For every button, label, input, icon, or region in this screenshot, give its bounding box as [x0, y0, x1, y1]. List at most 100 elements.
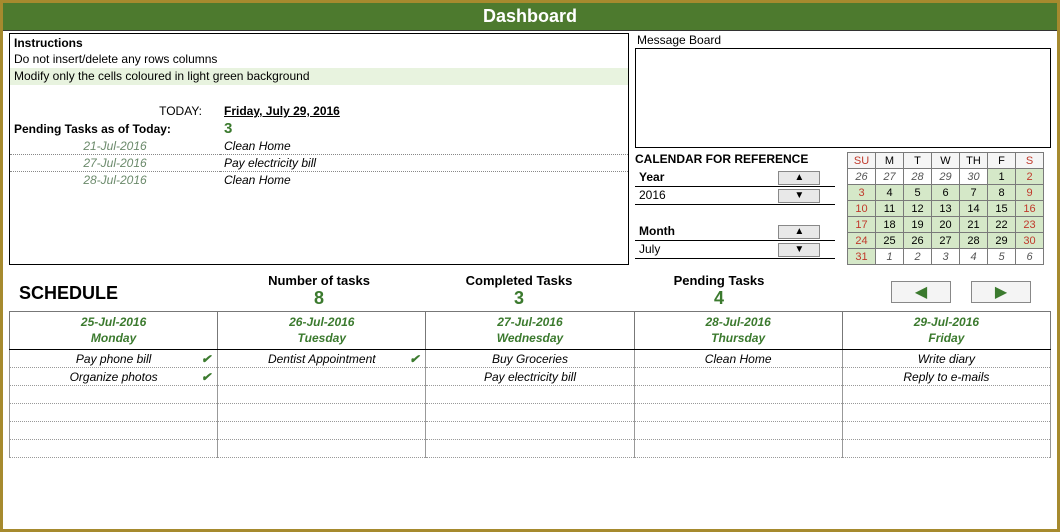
schedule-cell[interactable] — [426, 386, 634, 404]
calendar-cell[interactable]: 2 — [1016, 169, 1044, 185]
calendar-cell[interactable]: 5 — [988, 249, 1016, 265]
calendar-cell[interactable]: 1 — [876, 249, 904, 265]
calendar-day-header: F — [988, 153, 1016, 169]
calendar-cell[interactable]: 30 — [1016, 233, 1044, 249]
calendar-cell[interactable]: 19 — [904, 217, 932, 233]
check-icon: ✔ — [201, 352, 211, 366]
check-icon: ✔ — [409, 352, 419, 366]
year-value[interactable]: 2016 — [635, 186, 764, 204]
schedule-cell[interactable] — [218, 440, 426, 458]
calendar-cell[interactable]: 30 — [960, 169, 988, 185]
schedule-cell[interactable] — [10, 404, 218, 422]
calendar-cell[interactable]: 13 — [932, 201, 960, 217]
calendar-cell[interactable]: 11 — [876, 201, 904, 217]
schedule-cell[interactable] — [218, 404, 426, 422]
schedule-cell[interactable]: Buy Groceries — [426, 350, 634, 368]
schedule-cell[interactable] — [10, 440, 218, 458]
schedule-cell[interactable] — [634, 386, 842, 404]
prev-week-button[interactable]: ◀ — [891, 281, 951, 303]
pending-task-name: Clean Home — [220, 172, 628, 189]
schedule-col-date: 25-Jul-2016 — [10, 315, 217, 331]
calendar-cell[interactable]: 10 — [848, 201, 876, 217]
calendar-grid: SUMTWTHFS2627282930123456789101112131415… — [847, 152, 1044, 265]
calendar-cell[interactable]: 29 — [988, 233, 1016, 249]
calendar-cell[interactable]: 31 — [848, 249, 876, 265]
pending-task-date: 21-Jul-2016 — [10, 138, 220, 155]
schedule-cell[interactable] — [842, 386, 1050, 404]
schedule-cell[interactable]: Reply to e-mails — [842, 368, 1050, 386]
calendar-cell[interactable]: 17 — [848, 217, 876, 233]
schedule-task-text: Write diary — [918, 352, 975, 366]
schedule-cell[interactable]: Pay electricity bill — [426, 368, 634, 386]
schedule-cell[interactable] — [634, 368, 842, 386]
schedule-cell[interactable] — [634, 440, 842, 458]
schedule-cell[interactable]: Pay phone bill✔ — [10, 350, 218, 368]
calendar-cell[interactable]: 28 — [960, 233, 988, 249]
pending-tasks-value: 4 — [619, 288, 819, 309]
calendar-cell[interactable]: 20 — [932, 217, 960, 233]
calendar-cell[interactable]: 16 — [1016, 201, 1044, 217]
schedule-cell[interactable] — [426, 422, 634, 440]
calendar-cell[interactable]: 9 — [1016, 185, 1044, 201]
schedule-task-text: Pay electricity bill — [484, 370, 576, 384]
calendar-cell[interactable]: 15 — [988, 201, 1016, 217]
month-up-button[interactable]: ▲ — [778, 225, 820, 239]
pending-task-date: 28-Jul-2016 — [10, 172, 220, 189]
schedule-cell[interactable] — [10, 422, 218, 440]
calendar-cell[interactable]: 6 — [932, 185, 960, 201]
today-label: TODAY: — [10, 103, 220, 119]
year-down-button[interactable]: ▼ — [778, 189, 820, 203]
calendar-cell[interactable]: 6 — [1016, 249, 1044, 265]
schedule-cell[interactable] — [426, 440, 634, 458]
message-board-box[interactable] — [635, 48, 1051, 148]
calendar-cell[interactable]: 2 — [904, 249, 932, 265]
schedule-cell[interactable] — [842, 404, 1050, 422]
instructions-panel: Instructions Do not insert/delete any ro… — [9, 33, 629, 265]
calendar-cell[interactable]: 27 — [932, 233, 960, 249]
schedule-cell[interactable] — [842, 422, 1050, 440]
schedule-cell[interactable]: Clean Home — [634, 350, 842, 368]
calendar-cell[interactable]: 5 — [904, 185, 932, 201]
schedule-cell[interactable] — [218, 386, 426, 404]
schedule-cell[interactable]: Organize photos✔ — [10, 368, 218, 386]
calendar-cell[interactable]: 26 — [848, 169, 876, 185]
schedule-cell[interactable] — [10, 386, 218, 404]
calendar-cell[interactable]: 3 — [848, 185, 876, 201]
calendar-cell[interactable]: 27 — [876, 169, 904, 185]
calendar-cell[interactable]: 14 — [960, 201, 988, 217]
calendar-cell[interactable]: 8 — [988, 185, 1016, 201]
calendar-cell[interactable]: 21 — [960, 217, 988, 233]
calendar-cell[interactable]: 3 — [932, 249, 960, 265]
calendar-day-header: S — [1016, 153, 1044, 169]
next-week-button[interactable]: ▶ — [971, 281, 1031, 303]
calendar-cell[interactable]: 4 — [960, 249, 988, 265]
schedule-cell[interactable] — [426, 404, 634, 422]
year-up-button[interactable]: ▲ — [778, 171, 820, 185]
calendar-cell[interactable]: 1 — [988, 169, 1016, 185]
calendar-cell[interactable]: 24 — [848, 233, 876, 249]
calendar-cell[interactable]: 26 — [904, 233, 932, 249]
calendar-cell[interactable]: 23 — [1016, 217, 1044, 233]
schedule-cell[interactable] — [842, 440, 1050, 458]
schedule-cell[interactable]: Dentist Appointment✔ — [218, 350, 426, 368]
calendar-cell[interactable]: 7 — [960, 185, 988, 201]
schedule-table: 25-Jul-2016Monday26-Jul-2016Tuesday27-Ju… — [9, 311, 1051, 458]
pending-task-date: 27-Jul-2016 — [10, 155, 220, 172]
calendar-cell[interactable]: 12 — [904, 201, 932, 217]
calendar-cell[interactable]: 29 — [932, 169, 960, 185]
calendar-cell[interactable]: 25 — [876, 233, 904, 249]
calendar-cell[interactable]: 4 — [876, 185, 904, 201]
schedule-cell[interactable] — [634, 404, 842, 422]
calendar-cell[interactable]: 28 — [904, 169, 932, 185]
schedule-cell[interactable] — [218, 422, 426, 440]
month-value[interactable]: July — [635, 240, 764, 258]
calendar-cell[interactable]: 18 — [876, 217, 904, 233]
schedule-col-dow: Tuesday — [218, 331, 425, 347]
calendar-day-header: TH — [960, 153, 988, 169]
schedule-col-date: 28-Jul-2016 — [635, 315, 842, 331]
schedule-cell[interactable] — [634, 422, 842, 440]
calendar-cell[interactable]: 22 — [988, 217, 1016, 233]
month-down-button[interactable]: ▼ — [778, 243, 820, 257]
schedule-cell[interactable] — [218, 368, 426, 386]
schedule-cell[interactable]: Write diary — [842, 350, 1050, 368]
